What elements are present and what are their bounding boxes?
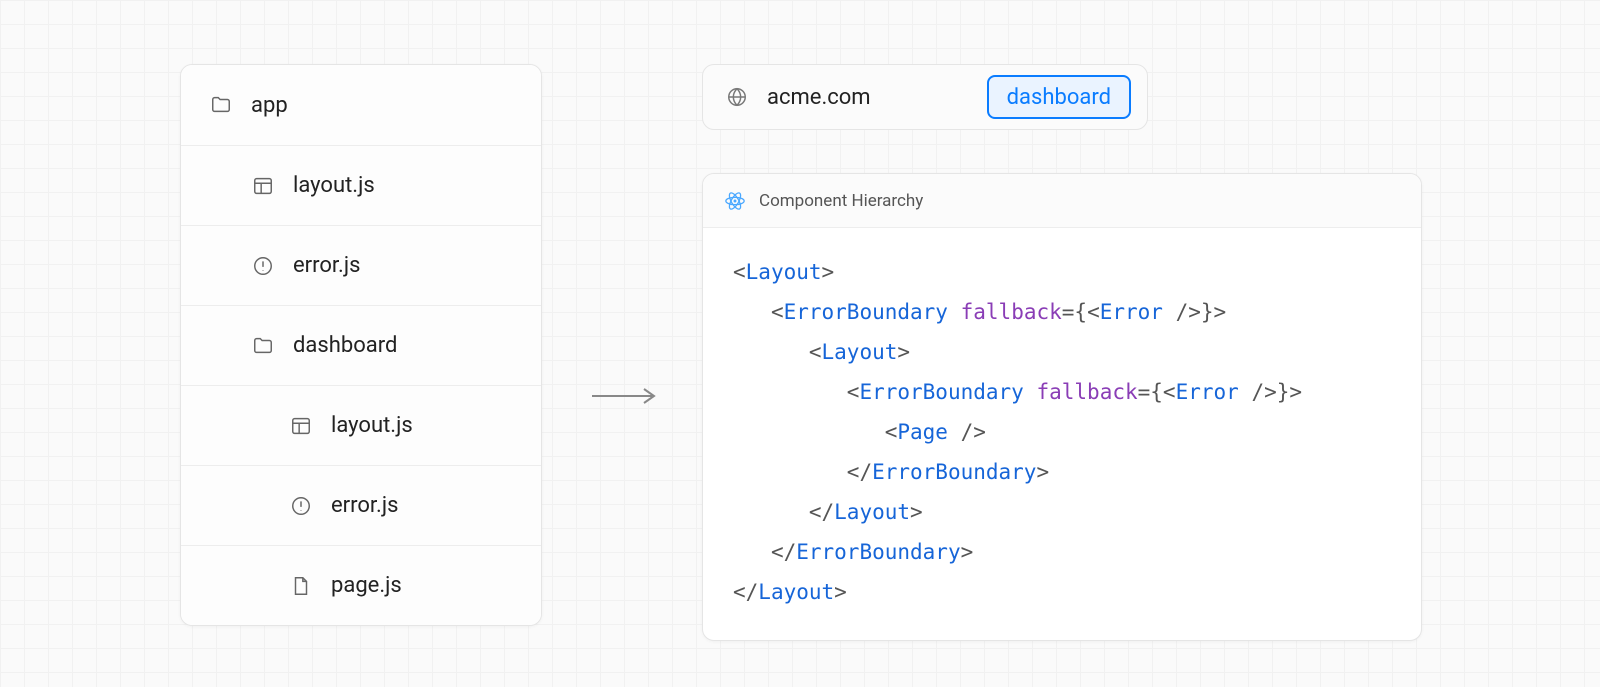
url-bar: acme.com dashboard [702,64,1148,130]
tree-label: layout.js [331,413,413,438]
tree-row[interactable]: page.js [181,545,541,625]
error-icon [289,494,313,518]
page-icon [289,574,313,598]
arrow-right-icon [590,386,660,406]
url-segment[interactable]: dashboard [987,75,1131,119]
tree-row[interactable]: dashboard [181,305,541,385]
file-tree: app layout.js error.js dashboard layout.… [180,64,542,626]
tree-row[interactable]: layout.js [181,145,541,225]
panel-header: Component Hierarchy [703,174,1421,228]
error-icon [251,254,275,278]
tree-row-root[interactable]: app [181,65,541,145]
component-hierarchy-panel: Component Hierarchy <Layout> <ErrorBound… [702,173,1422,641]
tree-label: dashboard [293,333,397,358]
layout-icon [251,174,275,198]
tree-label: page.js [331,573,402,598]
layout-icon [289,414,313,438]
folder-icon [209,93,233,117]
folder-icon [251,334,275,358]
panel-title: Component Hierarchy [759,191,923,211]
tree-label: layout.js [293,173,375,198]
tree-label: error.js [293,253,360,278]
code-block: <Layout> <ErrorBoundary fallback={<Error… [703,228,1421,640]
tree-row[interactable]: layout.js [181,385,541,465]
tree-row[interactable]: error.js [181,225,541,305]
tree-label: error.js [331,493,398,518]
react-icon [723,189,747,213]
tree-label: app [251,93,288,118]
tree-row[interactable]: error.js [181,465,541,545]
globe-icon [725,85,749,109]
url-host: acme.com [767,85,871,110]
